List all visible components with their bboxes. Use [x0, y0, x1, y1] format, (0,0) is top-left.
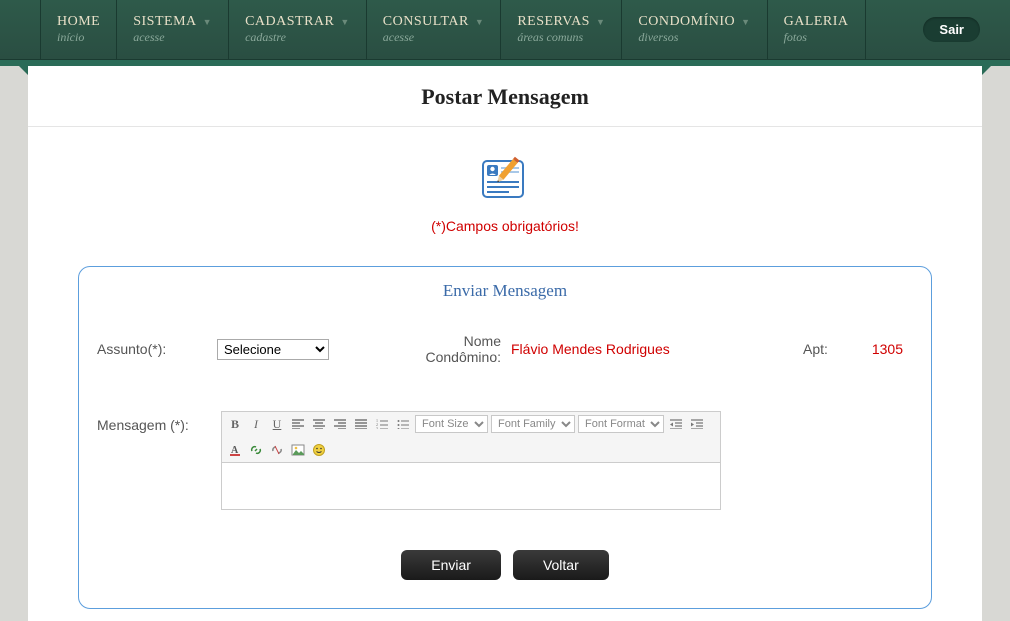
nav-sub: fotos: [784, 30, 849, 45]
assunto-label: Assunto(*):: [97, 341, 217, 357]
message-form-panel: Enviar Mensagem Assunto(*): Selecione No…: [78, 266, 932, 609]
nav-title: CONDOMÍNIO▼: [638, 14, 750, 30]
chevron-down-icon: ▼: [203, 17, 212, 27]
nav-title: SISTEMA▼: [133, 14, 212, 30]
emoji-button[interactable]: [310, 441, 328, 459]
button-row: Enviar Voltar: [97, 514, 913, 580]
align-right-button[interactable]: [331, 415, 349, 433]
nav-title: RESERVAS▼: [517, 14, 605, 30]
nav-home[interactable]: HOME início: [40, 0, 117, 59]
editor-content[interactable]: [222, 463, 720, 509]
font-format-select[interactable]: Font Format: [578, 415, 664, 433]
assunto-select[interactable]: Selecione: [217, 339, 329, 360]
nav-title: HOME: [57, 14, 100, 30]
outdent-button[interactable]: [667, 415, 685, 433]
form-row-main: Assunto(*): Selecione Nome Condômino: Fl…: [97, 325, 913, 373]
align-justify-button[interactable]: [352, 415, 370, 433]
form-row-message: Mensagem (*): B I U: [97, 373, 913, 514]
link-button[interactable]: [247, 441, 265, 459]
rich-text-editor: B I U 123: [221, 411, 721, 510]
nome-label: Nome Condômino:: [387, 333, 505, 365]
unordered-list-button[interactable]: [394, 415, 412, 433]
image-button[interactable]: [289, 441, 307, 459]
indent-button[interactable]: [688, 415, 706, 433]
italic-button[interactable]: I: [247, 415, 265, 433]
nav-sub: áreas comuns: [517, 30, 605, 45]
align-left-button[interactable]: [289, 415, 307, 433]
nav-condominio[interactable]: CONDOMÍNIO▼ diversos: [622, 0, 767, 59]
nav-sub: acesse: [383, 30, 485, 45]
required-fields-note: (*)Campos obrigatórios!: [28, 218, 982, 234]
underline-button[interactable]: U: [268, 415, 286, 433]
nav-title: CONSULTAR▼: [383, 14, 485, 30]
nav-cadastrar[interactable]: CADASTRAR▼ cadastre: [229, 0, 367, 59]
align-center-button[interactable]: [310, 415, 328, 433]
chevron-down-icon: ▼: [596, 17, 605, 27]
svg-text:3: 3: [376, 426, 378, 429]
header-icon-area: (*)Campos obrigatórios!: [28, 127, 982, 242]
nav-galeria[interactable]: GALERIA fotos: [768, 0, 866, 59]
chevron-down-icon: ▼: [475, 17, 484, 27]
bold-button[interactable]: B: [226, 415, 244, 433]
main-nav: HOME início SISTEMA▼ acesse CADASTRAR▼ c…: [0, 0, 1010, 60]
text-color-button[interactable]: A: [226, 441, 244, 459]
chevron-down-icon: ▼: [741, 17, 750, 27]
nav-title: GALERIA: [784, 14, 849, 30]
mensagem-label: Mensagem (*):: [97, 411, 221, 433]
nome-value: Flávio Mendes Rodrigues: [511, 341, 803, 357]
editor-toolbar: B I U 123: [222, 412, 720, 463]
nav-consultar[interactable]: CONSULTAR▼ acesse: [367, 0, 502, 59]
send-button[interactable]: Enviar: [401, 550, 501, 580]
nav-sub: início: [57, 30, 100, 45]
ordered-list-button[interactable]: 123: [373, 415, 391, 433]
nav-reservas[interactable]: RESERVAS▼ áreas comuns: [501, 0, 622, 59]
form-title: Enviar Mensagem: [97, 281, 913, 301]
logout-button[interactable]: Sair: [923, 17, 980, 42]
chevron-down-icon: ▼: [340, 17, 349, 27]
apt-label: Apt:: [803, 341, 843, 357]
compose-message-icon: [475, 155, 535, 208]
back-button[interactable]: Voltar: [513, 550, 609, 580]
nav-sub: diversos: [638, 30, 750, 45]
nav-sub: cadastre: [245, 30, 350, 45]
unlink-button[interactable]: [268, 441, 286, 459]
page-title: Postar Mensagem: [28, 66, 982, 127]
nav-sistema[interactable]: SISTEMA▼ acesse: [117, 0, 229, 59]
font-family-select[interactable]: Font Family: [491, 415, 575, 433]
font-size-select[interactable]: Font Size: [415, 415, 488, 433]
apt-value: 1305: [843, 341, 913, 357]
nav-sub: acesse: [133, 30, 212, 45]
nav-title: CADASTRAR▼: [245, 14, 350, 30]
